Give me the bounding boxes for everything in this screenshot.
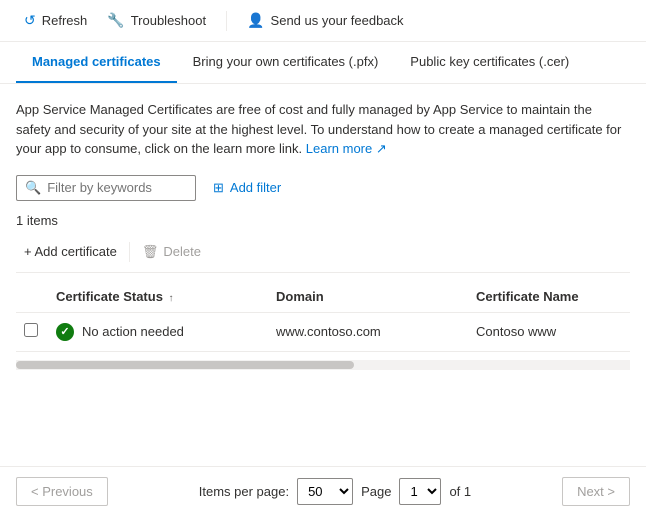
description-text: App Service Managed Certificates are fre… — [16, 100, 630, 159]
pagination-center: Items per page: 50 10 20 100 Page 1 of 1 — [199, 478, 471, 505]
row-checkbox-cell — [16, 312, 48, 351]
table-row: No action needed www.contoso.com Contoso… — [16, 312, 630, 351]
tab-managed-certificates[interactable]: Managed certificates — [16, 42, 177, 83]
tabs-container: Managed certificates Bring your own cert… — [0, 42, 646, 84]
pagination-bar: < Previous Items per page: 50 10 20 100 … — [0, 466, 646, 516]
col-header-checkbox — [16, 281, 48, 313]
toolbar-divider — [226, 11, 227, 31]
status-success-icon — [56, 323, 74, 341]
items-per-page-select[interactable]: 50 10 20 100 — [297, 478, 353, 505]
refresh-button[interactable]: ↺ Refresh — [16, 8, 95, 33]
toolbar: ↺ Refresh 🔧 Troubleshoot 👤 Send us your … — [0, 0, 646, 42]
main-content: App Service Managed Certificates are fre… — [0, 84, 646, 386]
status-text: No action needed — [82, 324, 184, 339]
delete-button[interactable]: 🗑 Delete — [134, 240, 209, 264]
feedback-button[interactable]: 👤 Send us your feedback — [239, 8, 411, 33]
col-header-status: Certificate Status ↑ — [48, 281, 268, 313]
of-label: of 1 — [449, 484, 471, 499]
filter-input[interactable] — [47, 180, 187, 195]
feedback-icon: 👤 — [247, 12, 264, 29]
row-checkbox[interactable] — [24, 323, 38, 337]
page-select[interactable]: 1 — [399, 478, 441, 505]
troubleshoot-icon: 🔧 — [107, 12, 124, 29]
add-filter-button[interactable]: ⊞ Add filter — [204, 175, 290, 201]
page-label: Page — [361, 484, 391, 499]
action-bar: + Add certificate 🗑 Delete — [16, 240, 630, 273]
scrollbar-thumb[interactable] — [16, 361, 354, 369]
refresh-icon: ↺ — [24, 12, 36, 29]
filter-icon: ⊞ — [213, 180, 224, 196]
search-icon: 🔍 — [25, 180, 41, 196]
troubleshoot-label: Troubleshoot — [131, 13, 206, 28]
row-status-cell: No action needed — [48, 312, 268, 351]
items-count: 1 items — [16, 213, 630, 228]
refresh-label: Refresh — [42, 13, 88, 28]
sort-icon: ↑ — [169, 293, 174, 304]
row-domain-cell: www.contoso.com — [268, 312, 468, 351]
add-certificate-button[interactable]: + Add certificate — [16, 240, 125, 263]
col-header-domain: Domain — [268, 281, 468, 313]
previous-button[interactable]: < Previous — [16, 477, 108, 506]
troubleshoot-button[interactable]: 🔧 Troubleshoot — [99, 8, 214, 33]
action-divider — [129, 242, 130, 262]
col-header-certname: Certificate Name — [468, 281, 630, 313]
feedback-label: Send us your feedback — [271, 13, 404, 28]
items-per-page-label: Items per page: — [199, 484, 289, 499]
horizontal-scrollbar[interactable] — [16, 360, 630, 370]
next-button[interactable]: Next > — [562, 477, 630, 506]
filter-input-wrap: 🔍 — [16, 175, 196, 201]
delete-icon: 🗑 — [142, 244, 159, 260]
filter-row: 🔍 ⊞ Add filter — [16, 175, 630, 201]
tab-pfx-certificates[interactable]: Bring your own certificates (.pfx) — [177, 42, 395, 83]
learn-more-link[interactable]: Learn more ↗ — [306, 141, 387, 156]
row-certname-cell: Contoso www — [468, 312, 630, 351]
tab-cer-certificates[interactable]: Public key certificates (.cer) — [394, 42, 585, 83]
certificates-table: Certificate Status ↑ Domain Certificate … — [16, 281, 630, 352]
